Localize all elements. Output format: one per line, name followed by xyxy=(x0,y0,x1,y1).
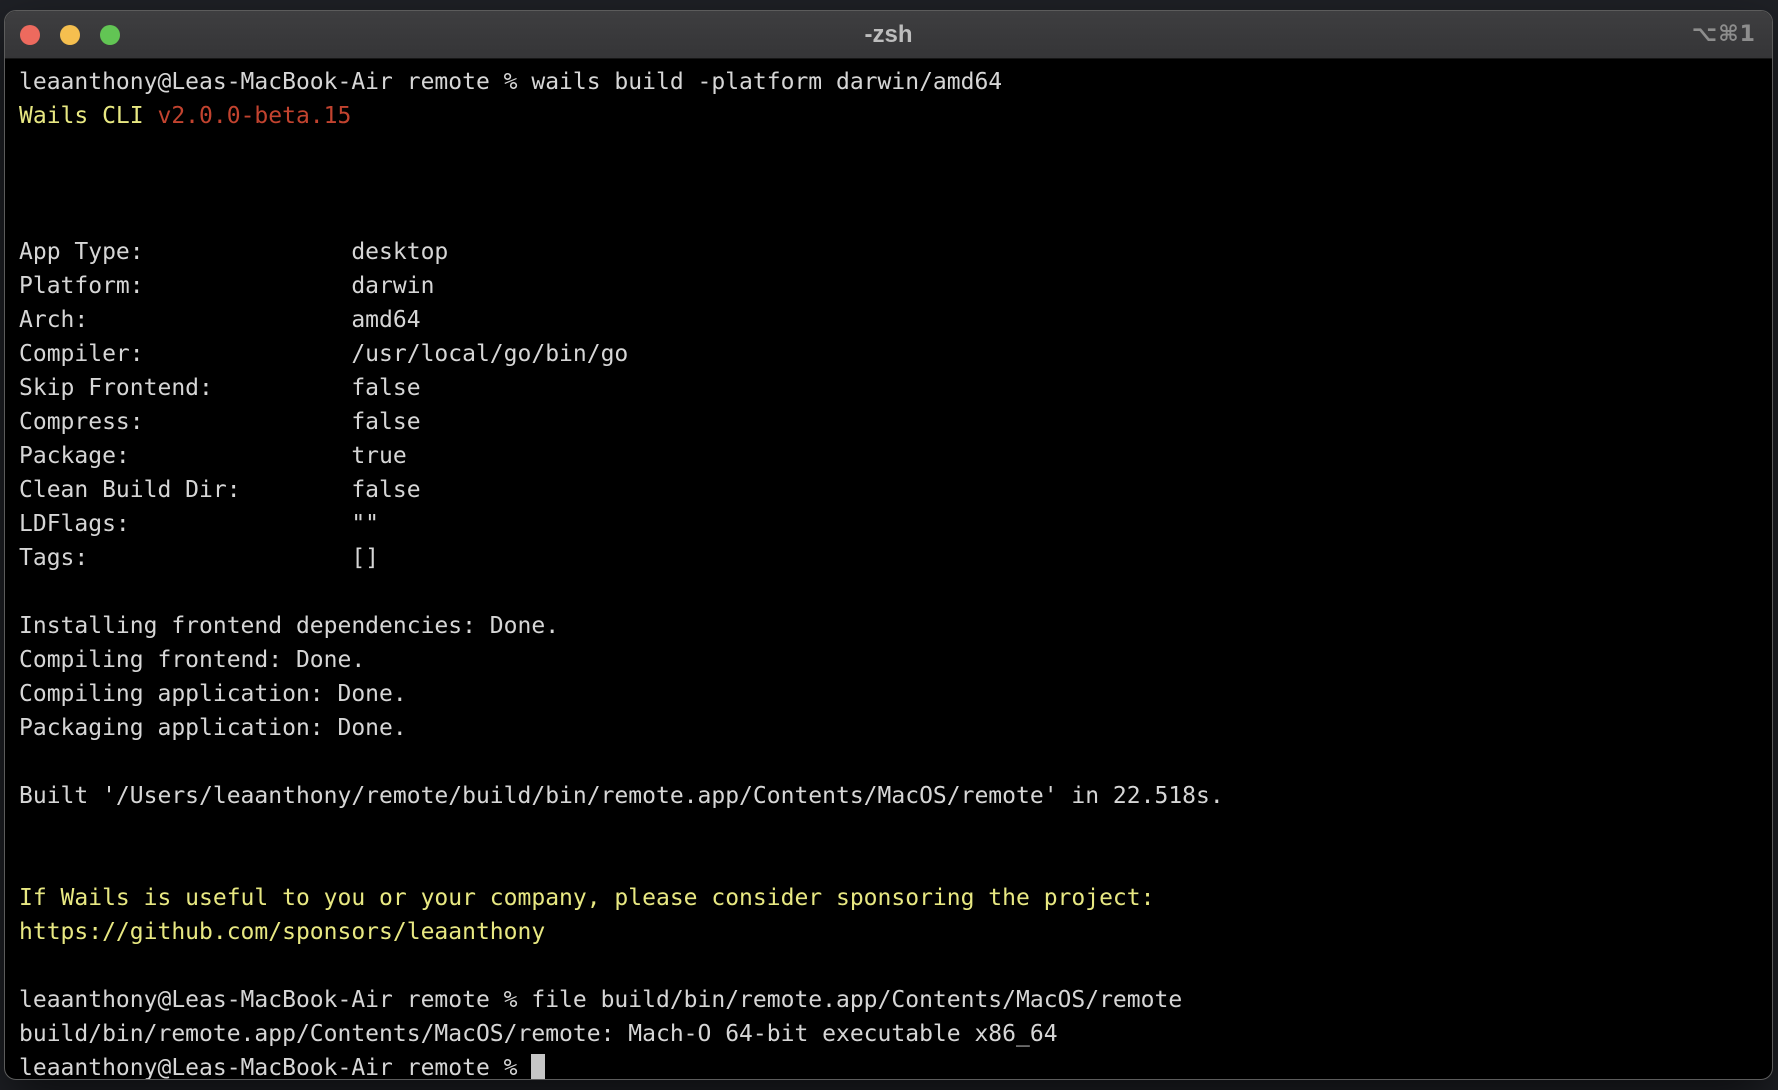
zoom-button[interactable] xyxy=(100,25,120,45)
terminal-text-segment: Packaging application: Done. xyxy=(19,715,407,741)
terminal-line: Arch: amd64 xyxy=(19,303,1772,337)
terminal-line: Compiling application: Done. xyxy=(19,677,1772,711)
terminal-text-segment: Platform: darwin xyxy=(19,273,434,299)
tab-shortcut-label: ⌥⌘1 xyxy=(1692,24,1756,46)
terminal-text-segment: Built '/Users/leaanthony/remote/build/bi… xyxy=(19,783,1224,809)
terminal-line: Compiler: /usr/local/go/bin/go xyxy=(19,337,1772,371)
terminal-line: Clean Build Dir: false xyxy=(19,473,1772,507)
close-button[interactable] xyxy=(20,25,40,45)
terminal-line: leaanthony@Leas-MacBook-Air remote % wai… xyxy=(19,65,1772,99)
terminal-line xyxy=(19,133,1772,167)
terminal-line: leaanthony@Leas-MacBook-Air remote % fil… xyxy=(19,983,1772,1017)
terminal-text-segment: Compress: false xyxy=(19,409,421,435)
terminal-line xyxy=(19,575,1772,609)
terminal-line xyxy=(19,813,1772,847)
title-bar[interactable]: -zsh ⌥⌘1 xyxy=(5,11,1772,59)
terminal-line: Packaging application: Done. xyxy=(19,711,1772,745)
terminal-line xyxy=(19,949,1772,983)
terminal-text-segment: Installing frontend dependencies: Done. xyxy=(19,613,559,639)
terminal-line: Built '/Users/leaanthony/remote/build/bi… xyxy=(19,779,1772,813)
terminal-text-segment: v2.0.0-beta.15 xyxy=(157,103,351,129)
terminal-text-segment: Skip Frontend: false xyxy=(19,375,421,401)
terminal-line: Installing frontend dependencies: Done. xyxy=(19,609,1772,643)
terminal-line: build/bin/remote.app/Contents/MacOS/remo… xyxy=(19,1017,1772,1051)
terminal-text-segment: Compiler: /usr/local/go/bin/go xyxy=(19,341,628,367)
terminal-text-segment: build/bin/remote.app/Contents/MacOS/remo… xyxy=(19,1021,1058,1047)
terminal-output[interactable]: leaanthony@Leas-MacBook-Air remote % wai… xyxy=(5,59,1772,1079)
terminal-line: Package: true xyxy=(19,439,1772,473)
terminal-cursor xyxy=(531,1054,545,1080)
terminal-text-segment: Clean Build Dir: false xyxy=(19,477,421,503)
terminal-text-segment: Compiling application: Done. xyxy=(19,681,407,707)
terminal-line: https://github.com/sponsors/leaanthony xyxy=(19,915,1772,949)
terminal-line xyxy=(19,201,1772,235)
terminal-line: Compiling frontend: Done. xyxy=(19,643,1772,677)
terminal-line: LDFlags: "" xyxy=(19,507,1772,541)
terminal-text-segment: Compiling frontend: Done. xyxy=(19,647,365,673)
terminal-text-segment: Wails CLI xyxy=(19,103,157,129)
window-title: -zsh xyxy=(865,23,913,47)
terminal-line xyxy=(19,847,1772,881)
terminal-text-segment: https://github.com/sponsors/leaanthony xyxy=(19,919,545,945)
terminal-line: Wails CLI v2.0.0-beta.15 xyxy=(19,99,1772,133)
terminal-line: Platform: darwin xyxy=(19,269,1772,303)
traffic-lights xyxy=(20,11,120,58)
minimize-button[interactable] xyxy=(60,25,80,45)
terminal-window: -zsh ⌥⌘1 leaanthony@Leas-MacBook-Air rem… xyxy=(4,10,1773,1080)
terminal-text-segment: Arch: amd64 xyxy=(19,307,421,333)
terminal-text-segment: leaanthony@Leas-MacBook-Air remote % fil… xyxy=(19,987,1182,1013)
terminal-text-segment: LDFlags: "" xyxy=(19,511,379,537)
terminal-line: Skip Frontend: false xyxy=(19,371,1772,405)
terminal-text-segment: Tags: [] xyxy=(19,545,379,571)
terminal-line: App Type: desktop xyxy=(19,235,1772,269)
terminal-line: Compress: false xyxy=(19,405,1772,439)
terminal-text-segment: leaanthony@Leas-MacBook-Air remote % wai… xyxy=(19,69,1002,95)
terminal-text-segment: Package: true xyxy=(19,443,407,469)
terminal-line: Tags: [] xyxy=(19,541,1772,575)
desktop-background: { "window": { "title": "-zsh", "shortcut… xyxy=(0,0,1778,1090)
terminal-line: leaanthony@Leas-MacBook-Air remote % xyxy=(19,1051,1772,1079)
terminal-text-segment: If Wails is useful to you or your compan… xyxy=(19,885,1154,911)
terminal-line xyxy=(19,167,1772,201)
terminal-line xyxy=(19,745,1772,779)
terminal-line: If Wails is useful to you or your compan… xyxy=(19,881,1772,915)
terminal-text-segment: leaanthony@Leas-MacBook-Air remote % xyxy=(19,1055,531,1079)
terminal-text-segment: App Type: desktop xyxy=(19,239,448,265)
